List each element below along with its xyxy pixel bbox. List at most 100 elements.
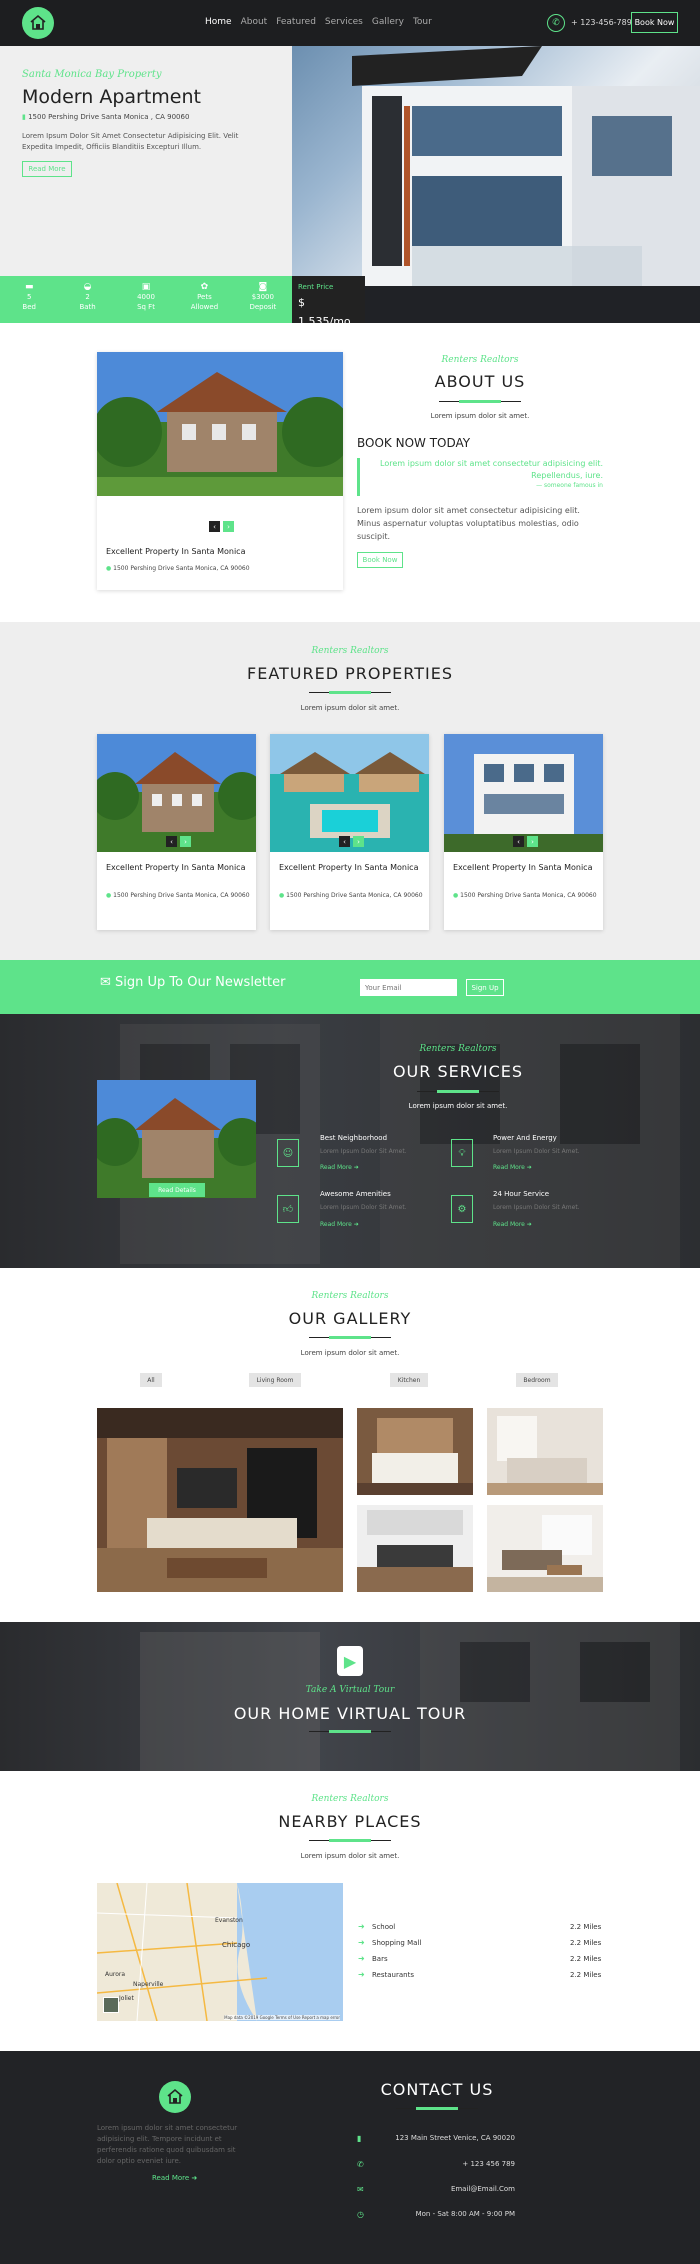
next-arrow-icon[interactable]: › — [180, 836, 191, 847]
nearby-place-distance: 2.2 Miles — [570, 1971, 602, 1979]
logo-home-icon[interactable] — [22, 7, 54, 39]
service-read-more-2[interactable]: Read More ➜ — [493, 1164, 532, 1171]
featured-divider — [309, 691, 391, 694]
featured-card-2[interactable]: ‹ › Excellent Property In Santa Monica ● … — [270, 734, 429, 930]
service-read-more-1[interactable]: Read More ➜ — [320, 1164, 359, 1171]
gallery-image-bedroom-1[interactable] — [357, 1408, 473, 1495]
nav-link-featured[interactable]: Featured — [276, 17, 316, 27]
nearby-map[interactable]: Chicago Aurora Naperville Evanston Jolie… — [97, 1883, 343, 2021]
contact-title: CONTACT US — [380, 2080, 494, 2099]
map-label: Evanston — [215, 1917, 243, 1924]
hero-title: Modern Apartment — [22, 86, 201, 108]
nav-link-gallery[interactable]: Gallery — [372, 17, 404, 27]
nav-link-tour[interactable]: Tour — [413, 17, 432, 27]
nav-link-about[interactable]: About — [241, 17, 268, 27]
nav-book-now-button[interactable]: Book Now — [631, 12, 678, 33]
service-read-more-3[interactable]: Read More ➜ — [320, 1221, 359, 1228]
services-divider — [417, 1090, 499, 1093]
hero-read-more-button[interactable]: Read More — [22, 161, 72, 177]
read-details-button[interactable]: Read Details — [149, 1183, 205, 1197]
service-desc-2: Lorem Ipsum Dolor Sit Amet. — [493, 1148, 580, 1155]
about-card-title[interactable]: Excellent Property In Santa Monica — [106, 546, 245, 557]
newsletter-email-input[interactable] — [360, 979, 457, 996]
prev-arrow-icon[interactable]: ‹ — [513, 836, 524, 847]
featured-script: Renters Realtors — [311, 646, 389, 656]
book-heading: BOOK NOW TODAY — [357, 436, 471, 450]
about-paragraph: Lorem ipsum dolor sit amet consectetur a… — [357, 506, 580, 541]
services-title: OUR SERVICES — [392, 1062, 524, 1081]
nav-link-services[interactable]: Services — [325, 17, 363, 27]
card-title[interactable]: Excellent Property In Santa Monica — [279, 862, 424, 873]
next-arrow-icon[interactable]: › — [353, 836, 364, 847]
footer-read-more[interactable]: Read More ➜ — [152, 2174, 197, 2182]
featured-card-3[interactable]: ‹ › Excellent Property In Santa Monica ● … — [444, 734, 603, 930]
prev-arrow-icon[interactable]: ‹ — [166, 836, 177, 847]
newsletter-title: ✉ Sign Up To Our Newsletter — [100, 975, 286, 990]
card-title[interactable]: Excellent Property In Santa Monica — [453, 862, 598, 873]
about-card-address: ● 1500 Pershing Drive Santa Monica, CA 9… — [106, 565, 250, 572]
service-title-4: 24 Hour Service — [493, 1190, 550, 1198]
service-desc-1: Lorem Ipsum Dolor Sit Amet. — [320, 1148, 407, 1155]
truck-icon: ◙ — [258, 282, 268, 292]
envelope-icon: ✉ — [357, 2185, 364, 2194]
next-arrow-icon[interactable]: › — [527, 836, 538, 847]
property-image — [270, 734, 429, 852]
gallery-image-living-room[interactable] — [97, 1408, 343, 1592]
nav-link-home[interactable]: Home — [205, 17, 232, 27]
services-subtitle: Lorem ipsum dolor sit amet. — [408, 1102, 508, 1110]
virtual-tour-section — [0, 1622, 700, 1771]
nearby-divider — [309, 1839, 391, 1842]
gallery-image-living-2[interactable] — [487, 1505, 603, 1592]
hero-description: Lorem Ipsum Dolor Sit Amet Consectetur A… — [22, 132, 239, 151]
featured-subtitle: Lorem ipsum dolor sit amet. — [300, 704, 400, 712]
about-property-card[interactable]: ‹ › Excellent Property In Santa Monica ● … — [97, 352, 343, 590]
gallery-image-kitchen[interactable] — [357, 1505, 473, 1592]
prev-arrow-icon[interactable]: ‹ — [209, 521, 220, 532]
next-arrow-icon[interactable]: › — [223, 521, 234, 532]
stat-pets: ✿ Pets Allowed — [175, 276, 233, 323]
nearby-place-distance: 2.2 Miles — [570, 1955, 602, 1963]
featured-card-1[interactable]: ‹ › Excellent Property In Santa Monica ● … — [97, 734, 256, 930]
filter-living-room[interactable]: Living Room — [249, 1373, 301, 1387]
prev-arrow-icon[interactable]: ‹ — [339, 836, 350, 847]
footer-logo-home-icon[interactable] — [159, 2081, 191, 2113]
nearby-place-distance: 2.2 Miles — [570, 1939, 602, 1947]
contact-hours: Mon - Sat 8:00 AM - 9:00 PM — [415, 2210, 515, 2218]
arrow-right-icon: ➜ — [353, 1221, 359, 1228]
filter-bedroom[interactable]: Bedroom — [516, 1373, 558, 1387]
card-address: ● 1500 Pershing Drive Santa Monica, CA 9… — [453, 892, 597, 899]
play-video-button[interactable]: ▶ — [337, 1646, 363, 1676]
phone-icon[interactable]: ✆ — [547, 14, 565, 32]
newsletter-signup-button[interactable]: Sign Up — [466, 979, 504, 996]
gallery-script: Renters Realtors — [311, 1291, 389, 1301]
nav-links: Home About Featured Services Gallery Tou… — [205, 17, 432, 27]
arrow-right-icon: ➜ — [526, 1221, 532, 1228]
contact-email: Email@Email.Com — [450, 2185, 515, 2193]
arrow-right-icon: ➜ — [358, 1938, 365, 1947]
card-title[interactable]: Excellent Property In Santa Monica — [106, 862, 251, 873]
map-thumbnail[interactable] — [103, 1997, 119, 2013]
quote-author: — someone famous in — [536, 482, 603, 489]
hero-address: ▮ 1500 Pershing Drive Santa Monica , CA … — [22, 113, 189, 121]
service-read-more-4[interactable]: Read More ➜ — [493, 1221, 532, 1228]
arrow-right-icon: ➜ — [358, 1970, 365, 1979]
map-label: Aurora — [105, 1971, 126, 1978]
quote-block: Lorem ipsum dolor sit amet consectetur a… — [357, 458, 603, 496]
user-icon: ☺ — [277, 1139, 299, 1167]
services-script: Renters Realtors — [419, 1044, 497, 1054]
nearby-place-name: School — [372, 1923, 396, 1931]
filter-kitchen[interactable]: Kitchen — [390, 1373, 428, 1387]
stat-bed: ▬ 5 Bed — [0, 276, 58, 323]
property-image — [444, 734, 603, 852]
about-book-now-button[interactable]: Book Now — [357, 552, 403, 568]
property-stats-bar: ▬ 5 Bed ◒ 2 Bath ▣ 4000 Sq Ft ✿ Pets Allowed ◙ $3… — [0, 276, 292, 323]
tour-script: Take A Virtual Tour — [305, 1685, 395, 1695]
bath-icon: ◒ — [83, 282, 92, 292]
rent-price-value: $ 1,535/mo — [298, 296, 351, 328]
card-address: ● 1500 Pershing Drive Santa Monica, CA 9… — [279, 892, 423, 899]
gallery-image-bedroom-2[interactable] — [487, 1408, 603, 1495]
footer-description: Lorem ipsum dolor sit amet consectetur a… — [97, 2124, 238, 2165]
play-icon: ▶ — [343, 1651, 357, 1671]
arrow-right-icon: ➜ — [358, 1922, 365, 1931]
filter-all[interactable]: All — [140, 1373, 162, 1387]
